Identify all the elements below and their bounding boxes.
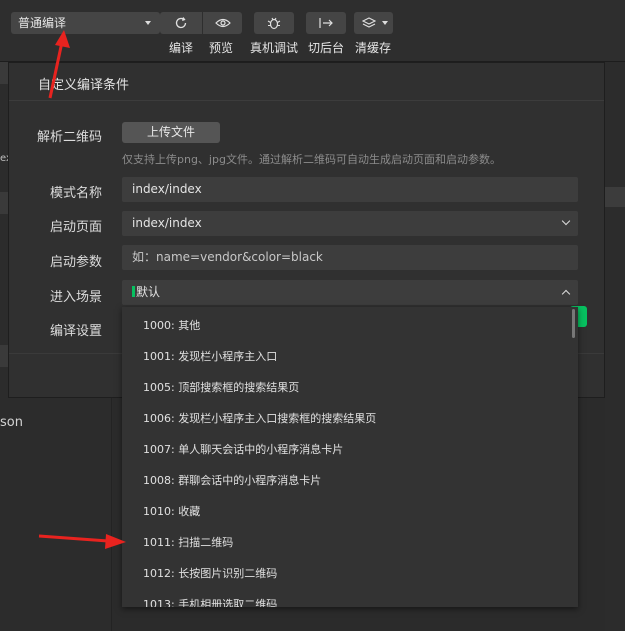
start-params-label: 启动参数 xyxy=(49,255,102,270)
clear-cache-button[interactable] xyxy=(354,12,393,34)
panel-band xyxy=(0,345,8,367)
chevron-up-icon xyxy=(561,289,571,299)
scene-option[interactable]: 1012: 长按图片识别二维码 xyxy=(122,558,568,589)
annotation-arrow-up xyxy=(48,30,70,99)
qr-label: 解析二维码 xyxy=(36,130,102,145)
compile-button[interactable] xyxy=(160,12,202,34)
mode-name-value: index/index xyxy=(132,182,202,196)
compile-label: 编译 xyxy=(169,41,194,55)
start-page-label: 启动页面 xyxy=(49,220,102,235)
panel-band xyxy=(0,192,8,214)
scene-option[interactable]: 1006: 发现栏小程序主入口搜索框的搜索结果页 xyxy=(122,403,568,434)
scene-select[interactable]: 默认 xyxy=(122,280,578,305)
scene-option[interactable]: 1001: 发现栏小程序主入口 xyxy=(122,341,568,372)
clear-cache-label: 清缓存 xyxy=(355,41,392,55)
file-tree-item[interactable]: son xyxy=(0,415,23,430)
remote-debug-button[interactable] xyxy=(254,12,294,34)
scene-option[interactable]: 1007: 单人聊天会话中的小程序消息卡片 xyxy=(122,434,568,465)
preview-button[interactable] xyxy=(203,12,242,34)
editor-panel xyxy=(605,62,625,631)
annotation-arrow-right xyxy=(38,534,126,549)
scene-option[interactable]: 1000: 其他 xyxy=(122,310,568,341)
mode-name-label: 模式名称 xyxy=(49,186,102,201)
scene-label: 进入场景 xyxy=(49,290,102,305)
panel-band xyxy=(605,187,625,207)
scene-dropdown-list: 1000: 其他 1001: 发现栏小程序主入口 1005: 顶部搜索框的搜索结… xyxy=(122,307,578,607)
toolbar: 普通编译 编译 预览 真机调试 切后台 清缓存 xyxy=(0,0,625,62)
start-page-select[interactable]: index/index xyxy=(122,211,578,236)
caret-down-icon xyxy=(145,21,151,25)
bug-icon xyxy=(267,17,281,30)
dropdown-scrollbar[interactable] xyxy=(572,309,575,338)
caret-down-icon xyxy=(382,21,388,25)
scene-value: 默认 xyxy=(136,285,161,299)
start-page-value: index/index xyxy=(132,216,202,230)
chevron-down-icon xyxy=(561,216,571,226)
scene-option[interactable]: 1013: 手机相册选取二维码 xyxy=(122,589,568,607)
layers-icon xyxy=(362,16,376,28)
scene-option[interactable]: 1011: 扫描二维码 xyxy=(122,527,568,558)
eye-icon xyxy=(214,18,231,28)
mode-name-input[interactable]: index/index xyxy=(122,177,578,202)
text-cursor xyxy=(132,286,135,297)
upload-file-button[interactable]: 上传文件 xyxy=(122,122,220,143)
preview-label: 预览 xyxy=(209,41,234,55)
panel-band xyxy=(0,62,8,84)
switch-background-label: 切后台 xyxy=(308,41,345,55)
scene-option[interactable]: 1010: 收藏 xyxy=(122,496,568,527)
compile-mode-select[interactable]: 普通编译 xyxy=(11,12,160,34)
compile-settings-label: 编译设置 xyxy=(49,324,102,339)
upload-hint: 仅支持上传png、jpg文件。通过解析二维码可自动生成启动页面和启动参数。 xyxy=(122,153,501,166)
switch-background-icon xyxy=(319,18,333,28)
remote-debug-label: 真机调试 xyxy=(250,41,299,55)
dialog-title: 自定义编译条件 xyxy=(9,63,604,101)
scene-option[interactable]: 1008: 群聊会话中的小程序消息卡片 xyxy=(122,465,568,496)
scene-option[interactable]: 1005: 顶部搜索框的搜索结果页 xyxy=(122,372,568,403)
start-params-placeholder: 如：name=vendor&color=black xyxy=(132,250,323,264)
switch-background-button[interactable] xyxy=(306,12,346,34)
refresh-icon xyxy=(175,17,187,29)
start-params-input[interactable]: 如：name=vendor&color=black xyxy=(122,245,578,270)
